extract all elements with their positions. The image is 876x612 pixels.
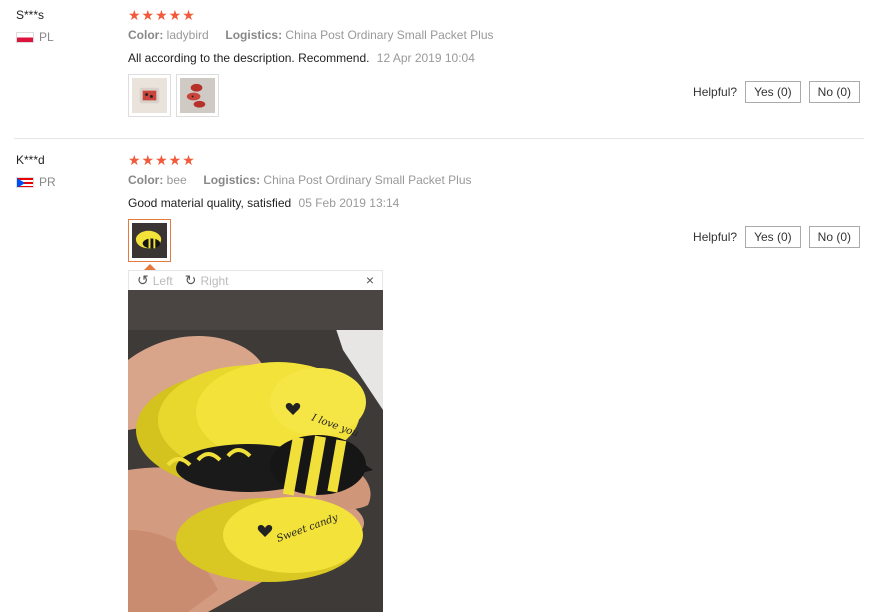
rating-stars: ★★★★★ [128,7,196,23]
helpful-yes-button[interactable]: Yes (0) [745,226,801,248]
flag-pr-icon [16,176,34,188]
rotate-left-icon: ↺ [137,272,149,288]
rotate-left-button[interactable]: ↺ Left [137,272,173,289]
country-code: PR [39,175,56,189]
review-photos [128,219,171,262]
helpful-label: Helpful? [693,230,738,244]
reviewer-country: PR [16,175,56,189]
helpful-no-button[interactable]: No (0) [808,226,860,248]
logistics-label: Logistics: [225,28,283,42]
logistics-label: Logistics: [203,173,261,187]
color-value: ladybird [166,28,209,42]
rotate-right-label: Right [200,273,229,288]
review-text: Good material quality, satisfied [128,196,292,210]
logistics-value: China Post Ordinary Small Packet Plus [263,173,472,187]
rotate-left-label: Left [152,273,173,288]
logistics-value: China Post Ordinary Small Packet Plus [285,28,494,42]
review-photo-thumb[interactable] [176,74,219,117]
country-code: PL [39,30,54,44]
bee-tags-photo: I love you Sweet candy [128,290,383,612]
rotate-right-icon: ↻ [184,272,197,288]
color-label: Color: [128,173,164,187]
helpful-controls: Helpful? Yes (0) No (0) [693,81,860,103]
photo-viewer: ↺ Left ↻ Right × I love you Sweet candy [128,264,383,612]
reviewer-country: PL [16,30,54,44]
review-item: S***s PL ★★★★★ Color: ladybird Logistics… [0,0,876,138]
rating-stars: ★★★★★ [128,152,196,168]
helpful-yes-button[interactable]: Yes (0) [745,81,801,103]
review-date: 12 Apr 2019 10:04 [376,51,475,65]
review-meta: Color: ladybird Logistics: China Post Or… [128,28,494,42]
review-text-line: All according to the description. Recomm… [128,51,475,65]
color-value: bee [166,173,187,187]
review-photo-thumb[interactable] [128,74,171,117]
viewer-toolbar: ↺ Left ↻ Right × [128,270,383,290]
review-photos [128,74,219,117]
expanded-review-photo: I love you Sweet candy [128,290,383,612]
review-photo-thumb[interactable] [128,219,171,262]
helpful-no-button[interactable]: No (0) [808,81,860,103]
review-item: K***d PR ★★★★★ Color: bee Logistics: Chi… [0,145,876,612]
review-divider [14,138,864,139]
flag-pl-icon [16,31,34,43]
review-text-line: Good material quality, satisfied 05 Feb … [128,196,399,210]
reviewer-name: K***d [16,153,45,167]
rotate-right-button[interactable]: ↻ Right [185,272,229,289]
photo-ladybird-box [132,78,167,113]
color-label: Color: [128,28,164,42]
helpful-label: Helpful? [693,85,738,99]
photo-bee-tags [132,223,167,258]
reviewer-name: S***s [16,8,45,22]
close-icon[interactable]: × [366,272,374,288]
review-date: 05 Feb 2019 13:14 [298,196,400,210]
review-meta: Color: bee Logistics: China Post Ordinar… [128,173,472,187]
helpful-controls: Helpful? Yes (0) No (0) [693,226,860,248]
photo-ladybird-tags [180,78,215,113]
review-text: All according to the description. Recomm… [128,51,370,65]
